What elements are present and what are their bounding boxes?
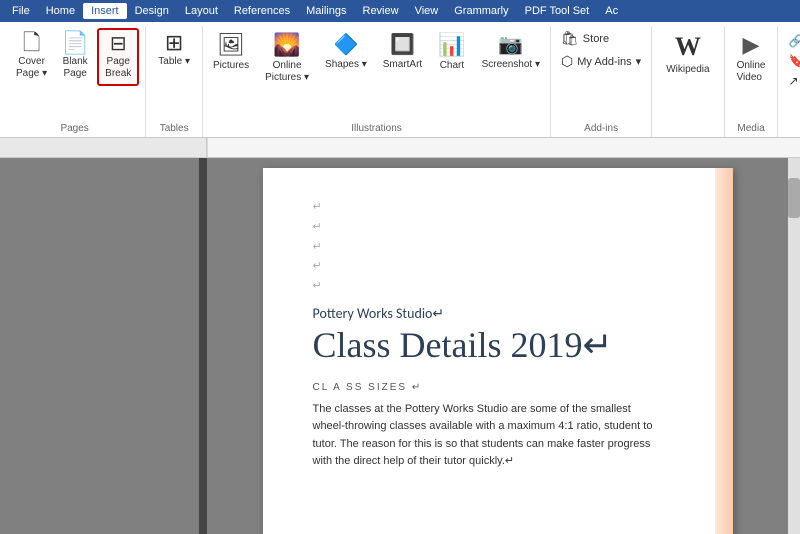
paragraph-marks: ↵ ↵ ↵ ↵ ↵ <box>313 198 683 297</box>
document-subtitle: Pottery Works Studio↵ <box>313 305 683 322</box>
bookmark-icon: 🔖 <box>788 54 800 68</box>
doc-scroll[interactable]: ↵ ↵ ↵ ↵ ↵ Pottery Works Studio↵ Class De… <box>207 158 788 534</box>
chart-label: Chart <box>440 60 464 71</box>
blank-page-icon: 📄 <box>61 32 88 54</box>
shapes-icon: 🔷 <box>333 32 358 57</box>
pages-group-label: Pages <box>10 123 139 137</box>
menu-review[interactable]: Review <box>355 3 407 19</box>
section-label: CL A SS SIZES ↵ <box>313 382 683 393</box>
document-area: ↵ ↵ ↵ ↵ ↵ Pottery Works Studio↵ Class De… <box>0 158 800 534</box>
blank-page-button[interactable]: 📄 BlankPage <box>55 28 95 84</box>
symbol-2: ↵ <box>313 218 683 238</box>
shapes-button[interactable]: 🔷 Shapes ▾ <box>319 28 373 74</box>
table-icon: ⊞ <box>165 32 183 54</box>
ribbon-group-media: ▶ OnlineVideo Media <box>725 26 779 137</box>
smartart-label: SmartArt <box>383 59 422 70</box>
my-addins-label: My Add-ins <box>577 56 631 68</box>
hyperlink-icon: 🔗 <box>788 34 800 48</box>
screenshot-icon: 📷 <box>498 32 523 57</box>
tables-group-label: Tables <box>152 123 196 137</box>
doc-left-bar <box>0 158 207 534</box>
symbol-3: ↵ <box>313 238 683 258</box>
wikipedia-group-label <box>658 134 717 137</box>
ribbon-group-wikipedia: W Wikipedia <box>652 26 724 137</box>
symbol-5: ↵ <box>313 277 683 297</box>
pictures-label: Pictures <box>213 60 249 71</box>
wikipedia-icon: W <box>675 32 701 62</box>
wikipedia-label: Wikipedia <box>666 64 709 75</box>
my-addins-button[interactable]: ⬡ My Add-ins ▾ <box>557 51 645 72</box>
my-addins-arrow: ▾ <box>636 55 642 68</box>
document-title: Class Details 2019↵ <box>313 326 683 366</box>
menu-design[interactable]: Design <box>127 3 177 19</box>
screenshot-label: Screenshot ▾ <box>482 59 540 70</box>
cover-page-icon: 🗋 <box>23 32 41 54</box>
smartart-icon: 🔲 <box>390 32 415 57</box>
scroll-thumb[interactable] <box>788 178 800 218</box>
page-break-label: PageBreak <box>105 56 131 80</box>
cover-page-button[interactable]: 🗋 CoverPage ▾ <box>10 28 53 84</box>
ribbon-group-pages: 🗋 CoverPage ▾ 📄 BlankPage ⊟ PageBreak Pa… <box>4 26 146 137</box>
menu-grammarly[interactable]: Grammarly <box>446 3 516 19</box>
menu-pdf-tool-set[interactable]: PDF Tool Set <box>517 3 598 19</box>
ribbon-group-addins: 🛍 Store ⬡ My Add-ins ▾ Add-ins <box>551 26 652 137</box>
my-addins-icon: ⬡ <box>561 53 573 70</box>
wikipedia-button[interactable]: W Wikipedia <box>658 28 717 79</box>
ruler-main: // Ruler marks rendered via SVG inline t… <box>207 138 800 157</box>
ruler-left <box>0 138 207 157</box>
body-text: The classes at the Pottery Works Studio … <box>313 401 653 471</box>
pictures-icon: 🖼 <box>217 32 245 58</box>
menu-file[interactable]: File <box>4 3 38 19</box>
ruler: // Ruler marks rendered via SVG inline t… <box>0 138 800 158</box>
vertical-scrollbar[interactable] <box>788 158 800 534</box>
ribbon-group-illustrations: 🖼 Pictures 🌄 OnlinePictures ▾ 🔷 Shapes ▾… <box>203 26 551 137</box>
store-button[interactable]: 🛍 Store <box>557 28 645 49</box>
hyperlink-button[interactable]: 🔗 Hyperlink <box>784 32 800 50</box>
ribbon: 🗋 CoverPage ▾ 📄 BlankPage ⊟ PageBreak Pa… <box>0 22 800 138</box>
chart-icon: 📊 <box>438 32 465 58</box>
table-button[interactable]: ⊞ Table ▾ <box>152 28 196 71</box>
online-pictures-icon: 🌄 <box>273 32 300 58</box>
online-video-label: OnlineVideo <box>737 60 766 84</box>
online-pictures-label: OnlinePictures ▾ <box>265 60 309 84</box>
links-group-label: Links <box>784 123 800 137</box>
menu-ac[interactable]: Ac <box>597 3 626 19</box>
addins-group-label: Add-ins <box>557 123 645 137</box>
blank-page-label: BlankPage <box>63 56 88 80</box>
ribbon-group-links: 🔗 Hyperlink 🔖 Bookmark ↗ Cross-refer… Li… <box>778 26 800 137</box>
page-accent <box>715 168 733 534</box>
store-icon: 🛍 <box>561 30 579 47</box>
symbol-4: ↵ <box>313 257 683 277</box>
menu-mailings[interactable]: Mailings <box>298 3 354 19</box>
bookmark-button[interactable]: 🔖 Bookmark <box>784 52 800 70</box>
menu-bar: File Home Insert Design Layout Reference… <box>0 0 800 22</box>
page-break-icon: ⊟ <box>110 34 127 54</box>
screenshot-button[interactable]: 📷 Screenshot ▾ <box>476 28 546 74</box>
menu-home[interactable]: Home <box>38 3 83 19</box>
shapes-label: Shapes ▾ <box>325 59 367 70</box>
online-video-button[interactable]: ▶ OnlineVideo <box>731 28 772 88</box>
menu-insert[interactable]: Insert <box>83 3 127 19</box>
menu-layout[interactable]: Layout <box>177 3 226 19</box>
table-label: Table ▾ <box>158 56 190 67</box>
store-label: Store <box>583 33 609 45</box>
smartart-button[interactable]: 🔲 SmartArt <box>377 28 428 74</box>
document-page: ↵ ↵ ↵ ↵ ↵ Pottery Works Studio↵ Class De… <box>263 168 733 534</box>
online-video-icon: ▶ <box>743 32 760 58</box>
page-break-button[interactable]: ⊟ PageBreak <box>97 28 139 86</box>
cross-reference-icon: ↗ <box>788 74 798 88</box>
illustrations-group-label: Illustrations <box>207 123 546 137</box>
online-pictures-button[interactable]: 🌄 OnlinePictures ▾ <box>259 28 315 88</box>
ribbon-group-tables: ⊞ Table ▾ Tables <box>146 26 203 137</box>
menu-view[interactable]: View <box>407 3 447 19</box>
symbol-1: ↵ <box>313 198 683 218</box>
cover-page-label: CoverPage ▾ <box>16 56 47 80</box>
media-group-label: Media <box>731 123 772 137</box>
pictures-button[interactable]: 🖼 Pictures <box>207 28 255 75</box>
menu-references[interactable]: References <box>226 3 298 19</box>
chart-button[interactable]: 📊 Chart <box>432 28 471 75</box>
cross-reference-button[interactable]: ↗ Cross-refer… <box>784 72 800 90</box>
